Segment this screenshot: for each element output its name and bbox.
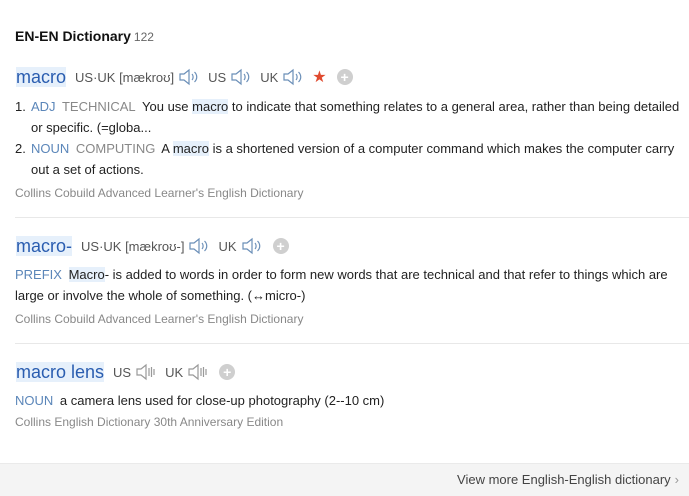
star-icon[interactable]: ★: [312, 67, 326, 87]
result-count: 122: [133, 30, 154, 44]
part-of-speech: PREFIX: [15, 267, 62, 282]
highlighted-word: macro: [192, 99, 229, 114]
us-label: US: [208, 69, 227, 85]
headword-line: macro- US·UK [mækroʊ-] UK +: [15, 234, 689, 258]
speaker-icon[interactable]: [187, 363, 209, 381]
sense-2: 2. NOUN COMPUTING A macro is a shortened…: [15, 141, 675, 177]
source-label: Collins Cobuild Advanced Learner's Engli…: [15, 186, 304, 200]
part-of-speech: ADJ: [31, 99, 56, 114]
part-of-speech: NOUN: [15, 393, 54, 408]
sense-lens: NOUN a camera lens used for close-up pho…: [15, 393, 385, 408]
speaker-icon[interactable]: [241, 237, 263, 255]
source-label: Collins Cobuild Advanced Learner's Engli…: [15, 312, 304, 326]
headword[interactable]: macro lens: [15, 361, 105, 383]
plus-icon[interactable]: +: [219, 364, 236, 380]
speaker-icon[interactable]: [230, 68, 252, 86]
highlighted-word: Macro: [68, 267, 105, 282]
headword[interactable]: macro: [15, 66, 67, 88]
footer-bar: View more English-English dictionary ›: [0, 463, 689, 496]
us-label: US: [113, 364, 132, 380]
field-label: TECHNICAL: [61, 99, 136, 114]
pronunciation: US·UK [mækroʊ]: [75, 69, 175, 85]
entry-macro-prefix: macro- US·UK [mækroʊ-] UK + PREFIX Macro…: [15, 234, 689, 344]
speaker-icon[interactable]: [178, 68, 200, 86]
headword-line: macro lens US UK +: [15, 360, 689, 384]
dictionary-title: EN-EN Dictionary: [15, 28, 131, 44]
view-more-link[interactable]: View more English-English dictionary ›: [457, 472, 679, 487]
speaker-icon[interactable]: [188, 237, 210, 255]
uk-label: UK: [260, 69, 279, 85]
plus-icon[interactable]: +: [272, 238, 289, 254]
plus-icon[interactable]: +: [336, 69, 353, 85]
highlighted-word: macro: [172, 141, 209, 156]
speaker-icon[interactable]: [282, 68, 304, 86]
uk-label: UK: [218, 238, 237, 254]
source-label: Collins English Dictionary 30th Annivers…: [15, 415, 284, 429]
headword-line: macro US·UK [mækroʊ] US UK ★ +: [15, 65, 689, 89]
speaker-icon[interactable]: [135, 363, 157, 381]
headword[interactable]: macro-: [15, 235, 73, 257]
uk-label: UK: [165, 364, 184, 380]
pronunciation: US·UK [mækroʊ-]: [81, 238, 185, 254]
dictionary-header: EN-EN Dictionary 122: [15, 28, 154, 44]
sense-prefix: PREFIX Macro- is added to words in order…: [15, 267, 668, 303]
entry-macro-lens: macro lens US UK + NOUN a camera lens us…: [15, 360, 689, 440]
entry-macro: macro US·UK [mækroʊ] US UK ★ + 1. ADJ TE…: [15, 65, 689, 218]
sense-1: 1. ADJ TECHNICAL You use macro to indica…: [15, 99, 680, 135]
field-label: COMPUTING: [75, 141, 156, 156]
chevron-right-icon: ›: [674, 472, 679, 487]
part-of-speech: NOUN: [31, 141, 70, 156]
